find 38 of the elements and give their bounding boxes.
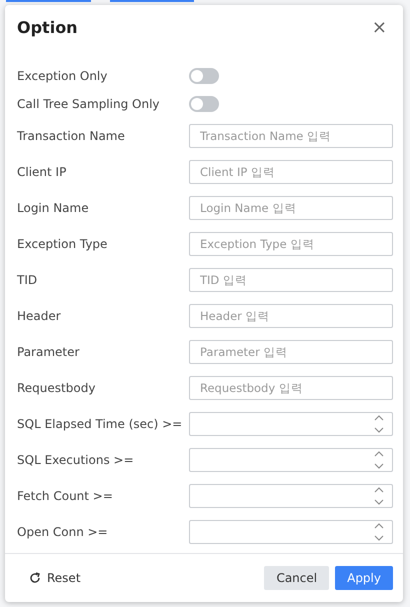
number-field[interactable] xyxy=(189,520,393,544)
reset-icon xyxy=(29,572,41,584)
number-field[interactable] xyxy=(189,448,393,472)
close-button[interactable]: × xyxy=(368,16,391,38)
field-label: SQL Executions >= xyxy=(17,453,135,467)
spinner-icon[interactable] xyxy=(374,522,384,542)
text-field[interactable]: Client IP 입력 xyxy=(189,160,393,184)
field-label: Client IP xyxy=(17,165,68,179)
field-label: Fetch Count >= xyxy=(17,489,114,503)
field-label: Open Conn >= xyxy=(17,525,109,539)
field-label: Header xyxy=(17,309,62,323)
field-label: Parameter xyxy=(17,345,80,359)
toggle-switch[interactable] xyxy=(189,68,219,84)
reset-button[interactable]: Reset xyxy=(25,567,85,589)
cancel-button[interactable]: Cancel xyxy=(264,566,330,590)
field-label: Requestbody xyxy=(17,381,96,395)
field-label: SQL Elapsed Time (sec) >= xyxy=(17,417,184,431)
field-label: Transaction Name xyxy=(17,129,126,143)
dialog-title: Option xyxy=(17,18,79,36)
field-label: TID xyxy=(17,273,38,287)
text-field[interactable]: Header 입력 xyxy=(189,304,393,328)
text-field[interactable]: Parameter 입력 xyxy=(189,340,393,364)
spinner-icon[interactable] xyxy=(374,486,384,506)
text-field[interactable]: Exception Type 입력 xyxy=(189,232,393,256)
field-label: Login Name xyxy=(17,201,90,215)
spinner-icon[interactable] xyxy=(374,450,384,470)
spinner-icon[interactable] xyxy=(374,414,384,434)
field-label: Call Tree Sampling Only xyxy=(17,97,160,111)
text-field[interactable]: Transaction Name 입력 xyxy=(189,124,393,148)
toggle-switch[interactable] xyxy=(189,96,219,112)
number-field[interactable] xyxy=(189,412,393,436)
field-label: Exception Type xyxy=(17,237,108,251)
text-field[interactable]: Requestbody 입력 xyxy=(189,376,393,400)
field-label: Exception Only xyxy=(17,69,108,83)
apply-button[interactable]: Apply xyxy=(335,566,393,590)
number-field[interactable] xyxy=(189,484,393,508)
text-field[interactable]: TID 입력 xyxy=(189,268,393,292)
text-field[interactable]: Login Name 입력 xyxy=(189,196,393,220)
